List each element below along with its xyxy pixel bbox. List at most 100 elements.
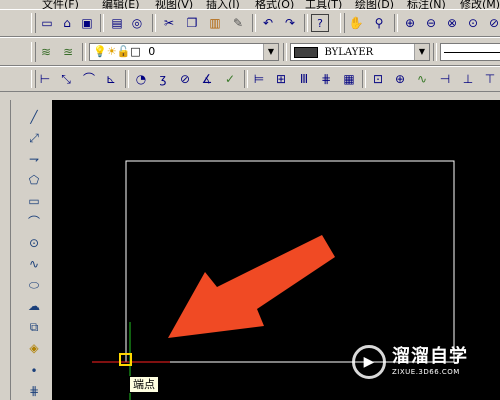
zoom-realtime-icon[interactable]: ⚲	[370, 14, 388, 32]
dim-space-icon[interactable]: Ⅲ	[295, 70, 313, 88]
menu-view[interactable]: 视图(V)	[155, 0, 193, 9]
jogged-icon[interactable]: ʒ	[154, 70, 172, 88]
menu-dimension[interactable]: 标注(N)	[407, 0, 446, 9]
menu-insert[interactable]: 插入(I)	[206, 0, 240, 9]
zoom-window-icon[interactable]: ⊗	[443, 14, 461, 32]
menu-file[interactable]: 文件(F)	[42, 0, 79, 9]
cut-icon[interactable]: ✂	[160, 14, 178, 32]
quick-dim-icon[interactable]: ✓	[221, 70, 239, 88]
aligned-dim-icon[interactable]: ⤡	[57, 70, 75, 88]
toolbar-separator	[362, 70, 366, 88]
toolbar-separator	[125, 70, 129, 88]
menu-modify[interactable]: 修改(M)	[460, 0, 500, 9]
zoom-previous-icon[interactable]: ⊘	[485, 14, 500, 32]
watermark-url: ZIXUE.3D66.COM	[392, 368, 460, 376]
print-icon[interactable]: ▤	[108, 14, 126, 32]
ellipse-icon[interactable]: ⬭	[25, 276, 43, 294]
preview-icon[interactable]: ◎	[128, 14, 146, 32]
zoom-out-icon[interactable]: ⊖	[422, 14, 440, 32]
tooltip-text: 端点	[133, 378, 155, 391]
layer-name: 0	[148, 45, 156, 58]
paste-icon[interactable]: ▥	[206, 14, 224, 32]
menu-format[interactable]: 格式(O)	[255, 0, 294, 9]
rectangle-icon[interactable]: ▭	[25, 192, 43, 210]
arc-icon[interactable]: ⌒	[25, 213, 43, 231]
toolbar-separator	[252, 14, 256, 32]
linetype-preview	[444, 51, 500, 53]
color-dropdown[interactable]: BYLAYER ▼	[290, 43, 430, 61]
chevron-down-icon[interactable]: ▼	[263, 44, 278, 60]
insert-block-icon[interactable]: ⧉	[25, 318, 43, 336]
ordinate-icon[interactable]: ⊾	[102, 70, 120, 88]
open-icon[interactable]: ⌂	[58, 14, 76, 32]
sun-icon: ☀	[106, 45, 117, 58]
linetype-dropdown[interactable]	[440, 43, 500, 61]
menu-tools[interactable]: 工具(T)	[305, 0, 342, 9]
play-logo-icon: ▶	[352, 345, 386, 379]
zoom-extents-icon[interactable]: ⊙	[464, 14, 482, 32]
linear-dim-icon[interactable]: ⊢	[36, 70, 54, 88]
polyline-icon[interactable]: ⇁	[25, 150, 43, 168]
toolbar-separator	[152, 14, 156, 32]
toolbar-grip[interactable]	[4, 100, 11, 400]
redo-icon[interactable]: ↷	[281, 14, 299, 32]
dimension-toolbar: ⊢ ⤡ ⌒ ⊾ ◔ ʒ ⊘ ∡ ✓ ⊨ ⊞ Ⅲ ⋕ ▦ ⊡ ⊕ ∿ ⊣ ⊥ ⊤	[0, 66, 500, 92]
toolbar-separator	[283, 43, 287, 61]
menu-edit[interactable]: 编辑(E)	[102, 0, 140, 9]
draw-toolbar: ╱ ⤢ ⇁ ⬠ ▭ ⌒ ⊙ ∿ ⬭ ☁ ⧉ ◈ • ⋕	[0, 100, 52, 400]
circle-icon[interactable]: ⊙	[25, 234, 43, 252]
watermark-title: 溜溜自学	[392, 346, 468, 367]
pan-icon[interactable]: ✋	[347, 14, 365, 32]
toolbar-separator	[394, 14, 398, 32]
toolbar-grip[interactable]	[31, 13, 36, 33]
layer-manager-icon[interactable]: ≋	[37, 43, 55, 61]
layer-toolbar: ≋ ≊ 💡☀🔓□ 0 ▼ BYLAYER ▼	[0, 37, 500, 66]
line-icon[interactable]: ╱	[25, 108, 43, 126]
layer-color-swatch: □	[130, 45, 141, 58]
lock-icon: 🔓	[116, 45, 131, 58]
chevron-down-icon[interactable]: ▼	[414, 44, 429, 60]
menu-bar: 文件(F) 编辑(E) 视图(V) 插入(I) 格式(O) 工具(T) 绘图(D…	[0, 0, 500, 9]
hatch-icon[interactable]: ⋕	[25, 382, 43, 400]
dim-break-icon[interactable]: ⋕	[317, 70, 335, 88]
tolerance-icon[interactable]: ▦	[340, 70, 358, 88]
color-value: BYLAYER	[324, 47, 374, 58]
standard-toolbar: ▭ ⌂ ▣ ▤ ◎ ✂ ❐ ▥ ✎ ↶ ↷ ? ✋ ⚲ ⊕ ⊖ ⊗ ⊙ ⊘	[0, 9, 500, 37]
layer-states-icon[interactable]: ≊	[59, 43, 77, 61]
new-icon[interactable]: ▭	[38, 14, 56, 32]
toolbar-grip[interactable]	[340, 13, 345, 33]
revision-cloud-icon[interactable]: ☁	[25, 297, 43, 315]
toolbar-separator	[82, 43, 86, 61]
dim-update-icon[interactable]: ⊤	[481, 70, 499, 88]
toolbar-grip[interactable]	[31, 42, 36, 62]
polygon-icon[interactable]: ⬠	[25, 171, 43, 189]
copy-icon[interactable]: ❐	[183, 14, 201, 32]
toolbar-separator	[304, 14, 308, 32]
dim-edit-icon[interactable]: ⊣	[436, 70, 454, 88]
diameter-icon[interactable]: ⊘	[176, 70, 194, 88]
toolbar-separator	[244, 70, 248, 88]
help-icon[interactable]: ?	[311, 14, 329, 32]
match-properties-icon[interactable]: ✎	[229, 14, 247, 32]
inspect-icon[interactable]: ⊕	[391, 70, 409, 88]
arc-length-icon[interactable]: ⌒	[80, 70, 98, 88]
watermark: ▶ 溜溜自学 ZIXUE.3D66.COM	[352, 337, 472, 387]
jogged-linear-icon[interactable]: ∿	[413, 70, 431, 88]
snap-tooltip: 端点	[129, 376, 159, 393]
menu-draw[interactable]: 绘图(D)	[355, 0, 394, 9]
dim-text-edit-icon[interactable]: ⊥	[459, 70, 477, 88]
center-mark-icon[interactable]: ⊡	[369, 70, 387, 88]
make-block-icon[interactable]: ◈	[25, 339, 43, 357]
baseline-icon[interactable]: ⊨	[250, 70, 268, 88]
zoom-in-icon[interactable]: ⊕	[401, 14, 419, 32]
construction-line-icon[interactable]: ⤢	[25, 129, 43, 147]
point-icon[interactable]: •	[25, 362, 43, 380]
continue-icon[interactable]: ⊞	[272, 70, 290, 88]
undo-icon[interactable]: ↶	[259, 14, 277, 32]
spline-icon[interactable]: ∿	[25, 255, 43, 273]
save-icon[interactable]: ▣	[78, 14, 96, 32]
radius-icon[interactable]: ◔	[132, 70, 150, 88]
layer-dropdown[interactable]: 💡☀🔓□ 0 ▼	[89, 43, 279, 61]
angular-icon[interactable]: ∡	[198, 70, 216, 88]
lightbulb-icon: 💡	[93, 45, 107, 58]
